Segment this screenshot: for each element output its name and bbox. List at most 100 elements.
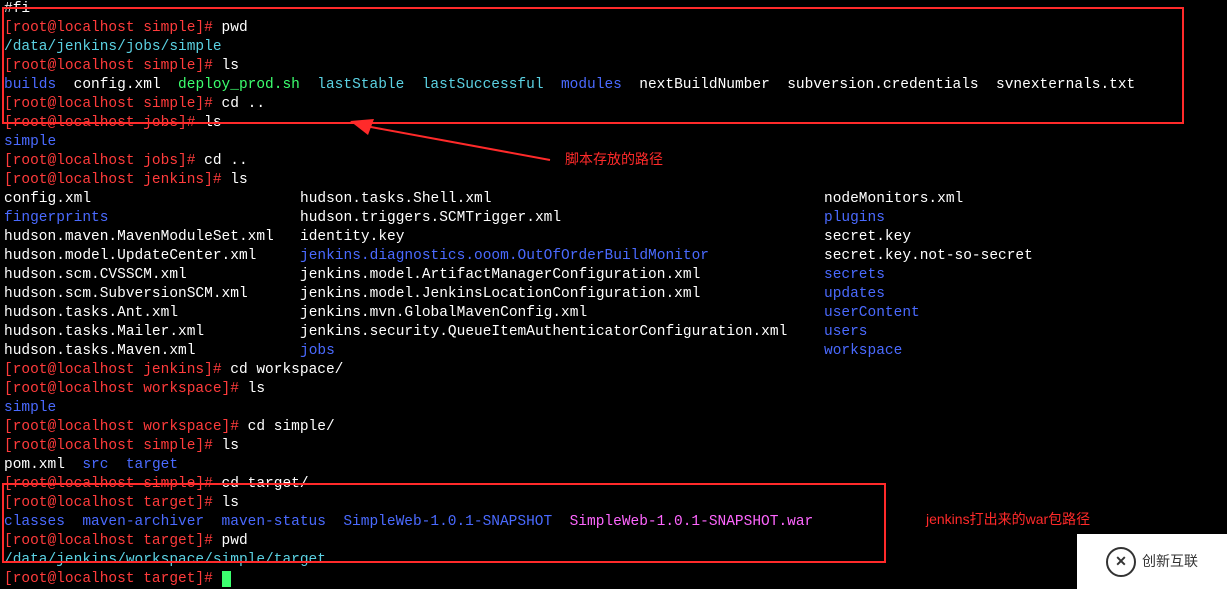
- terminal-span: ls: [222, 438, 239, 454]
- terminal-span: [root@localhost simple]#: [4, 58, 222, 74]
- terminal-line: [root@localhost target]#: [4, 570, 1223, 589]
- terminal-span: ls: [204, 115, 221, 131]
- terminal-span: [root@localhost target]#: [4, 533, 222, 549]
- terminal-line: /data/jenkins/jobs/simple: [4, 38, 1223, 57]
- terminal-span: nextBuildNumber subversion.credentials s…: [639, 77, 1135, 93]
- terminal-span: [root@localhost jobs]#: [4, 153, 204, 169]
- terminal-line: [root@localhost simple]# cd target/: [4, 475, 1223, 494]
- terminal-span: [622, 77, 639, 93]
- ls-entry: hudson.tasks.Maven.xml: [4, 342, 300, 361]
- terminal-span: simple: [4, 134, 56, 150]
- terminal-span: pom.xml: [4, 457, 82, 473]
- ls-entry: plugins: [824, 209, 885, 228]
- terminal-line: [root@localhost target]# pwd: [4, 532, 1223, 551]
- terminal-line: [root@localhost simple]# cd ..: [4, 95, 1223, 114]
- annotation-label-top: 脚本存放的路径: [565, 150, 663, 169]
- terminal-span: deploy_prod.sh: [178, 77, 300, 93]
- terminal-span: [56, 77, 73, 93]
- ls-entry: updates: [824, 285, 885, 304]
- ls-entry: jenkins.security.QueueItemAuthenticatorC…: [300, 323, 824, 342]
- terminal-span: modules: [561, 77, 622, 93]
- terminal-span: ls: [222, 58, 239, 74]
- terminal-span: ls: [248, 381, 265, 397]
- terminal-span: config.xml: [74, 77, 178, 93]
- terminal-span: [root@localhost workspace]#: [4, 381, 248, 397]
- terminal-span: pwd: [222, 20, 248, 36]
- terminal-line: [root@localhost jenkins]# cd workspace/: [4, 361, 1223, 380]
- terminal-line: hudson.model.UpdateCenter.xmljenkins.dia…: [4, 247, 1223, 266]
- terminal-line: config.xmlhudson.tasks.Shell.xmlnodeMoni…: [4, 190, 1223, 209]
- terminal-span: simple: [4, 400, 56, 416]
- terminal-span: [root@localhost target]#: [4, 571, 222, 587]
- ls-entry: secret.key.not-so-secret: [824, 247, 1033, 266]
- terminal-span: [544, 77, 561, 93]
- ls-entry: jenkins.diagnostics.ooom.OutOfOrderBuild…: [300, 247, 824, 266]
- ls-entry: users: [824, 323, 868, 342]
- terminal-line: [root@localhost simple]# pwd: [4, 19, 1223, 38]
- ls-entry: userContent: [824, 304, 920, 323]
- terminal-span: cd workspace/: [230, 362, 343, 378]
- terminal-span: [root@localhost target]#: [4, 495, 222, 511]
- terminal-line: hudson.scm.SubversionSCM.xmljenkins.mode…: [4, 285, 1223, 304]
- ls-entry: config.xml: [4, 190, 300, 209]
- terminal-span: [root@localhost simple]#: [4, 96, 222, 112]
- ls-entry: hudson.scm.SubversionSCM.xml: [4, 285, 300, 304]
- terminal-line: [root@localhost jobs]# ls: [4, 114, 1223, 133]
- terminal-span: [root@localhost simple]#: [4, 476, 222, 492]
- logo-icon: ✕: [1106, 547, 1136, 577]
- terminal-span: pwd: [222, 533, 248, 549]
- terminal-line: #fi: [4, 0, 1223, 19]
- terminal-span: #fi: [4, 1, 30, 17]
- terminal-line: hudson.tasks.Ant.xmljenkins.mvn.GlobalMa…: [4, 304, 1223, 323]
- ls-entry: jenkins.model.JenkinsLocationConfigurati…: [300, 285, 824, 304]
- terminal-span: cd ..: [204, 153, 248, 169]
- cursor-icon: [222, 571, 231, 587]
- ls-entry: jobs: [300, 342, 824, 361]
- ls-entry: hudson.triggers.SCMTrigger.xml: [300, 209, 824, 228]
- terminal-line: [root@localhost simple]# ls: [4, 57, 1223, 76]
- terminal-span: ls: [230, 172, 247, 188]
- ls-entry: secrets: [824, 266, 885, 285]
- terminal-span: [300, 77, 317, 93]
- terminal-line: [root@localhost jenkins]# ls: [4, 171, 1223, 190]
- terminal-line: hudson.tasks.Mailer.xmljenkins.security.…: [4, 323, 1223, 342]
- ls-entry: secret.key: [824, 228, 911, 247]
- terminal-span: [552, 514, 569, 530]
- terminal-line: simple: [4, 399, 1223, 418]
- annotation-label-bottom: jenkins打出来的war包路径: [926, 510, 1090, 529]
- ls-entry: nodeMonitors.xml: [824, 190, 963, 209]
- ls-entry: hudson.maven.MavenModuleSet.xml: [4, 228, 300, 247]
- terminal-span: [root@localhost jobs]#: [4, 115, 204, 131]
- terminal-line: hudson.tasks.Maven.xmljobsworkspace: [4, 342, 1223, 361]
- terminal-output[interactable]: #fi [root@localhost simple]# pwd/data/jen…: [0, 0, 1227, 589]
- terminal-span: cd target/: [222, 476, 309, 492]
- logo-text: 创新互联: [1142, 552, 1198, 571]
- ls-entry: hudson.tasks.Ant.xml: [4, 304, 300, 323]
- terminal-line: /data/jenkins/workspace/simple/target: [4, 551, 1223, 570]
- terminal-line: hudson.scm.CVSSCM.xmljenkins.model.Artif…: [4, 266, 1223, 285]
- terminal-span: cd ..: [222, 96, 266, 112]
- ls-entry: jenkins.model.ArtifactManagerConfigurati…: [300, 266, 824, 285]
- terminal-line: [root@localhost workspace]# ls: [4, 380, 1223, 399]
- terminal-span: ls: [222, 495, 239, 511]
- terminal-line: builds config.xml deploy_prod.sh lastSta…: [4, 76, 1223, 95]
- terminal-span: [root@localhost simple]#: [4, 20, 222, 36]
- terminal-span: lastStable lastSuccessful: [317, 77, 543, 93]
- terminal-line: pom.xml src target: [4, 456, 1223, 475]
- terminal-span: [root@localhost jenkins]#: [4, 362, 230, 378]
- terminal-span: [root@localhost simple]#: [4, 438, 222, 454]
- ls-entry: workspace: [824, 342, 902, 361]
- terminal-span: builds: [4, 77, 56, 93]
- ls-entry: hudson.model.UpdateCenter.xml: [4, 247, 300, 266]
- ls-entry: hudson.tasks.Shell.xml: [300, 190, 824, 209]
- terminal-span: /data/jenkins/jobs/simple: [4, 39, 222, 55]
- terminal-span: SimpleWeb-1.0.1-SNAPSHOT.war: [570, 514, 814, 530]
- watermark-logo: ✕ 创新互联: [1077, 534, 1227, 589]
- terminal-line: hudson.maven.MavenModuleSet.xmlidentity.…: [4, 228, 1223, 247]
- terminal-span: classes maven-archiver maven-status Simp…: [4, 514, 552, 530]
- ls-entry: fingerprints: [4, 209, 300, 228]
- ls-entry: identity.key: [300, 228, 824, 247]
- terminal-span: cd simple/: [248, 419, 335, 435]
- terminal-span: [root@localhost workspace]#: [4, 419, 248, 435]
- terminal-line: [root@localhost simple]# ls: [4, 437, 1223, 456]
